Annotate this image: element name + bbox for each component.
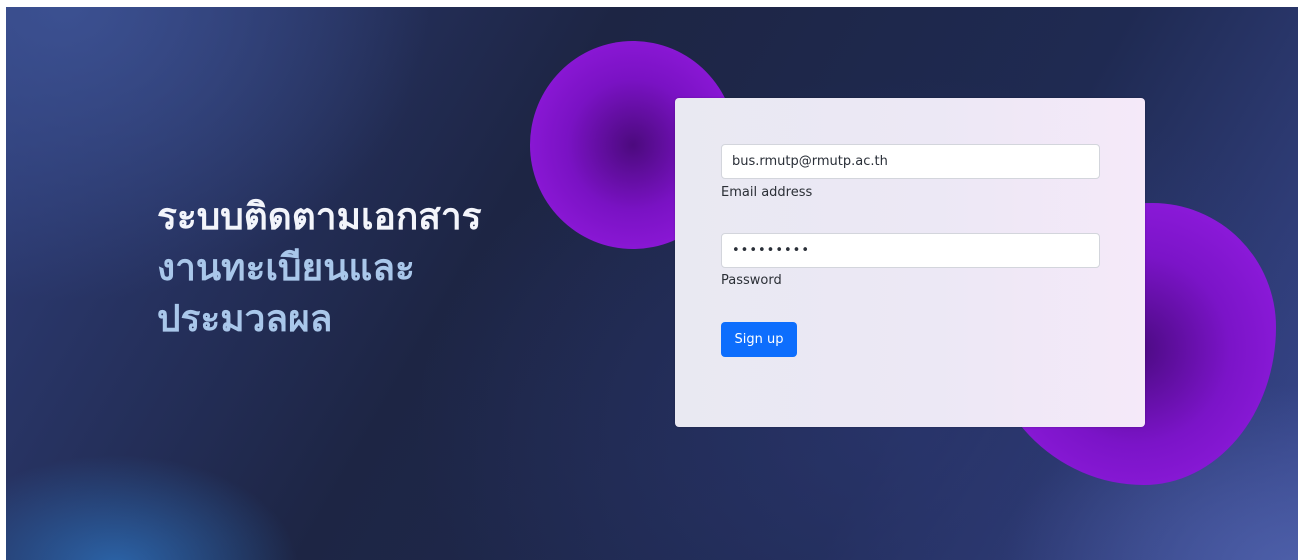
email-label: Email address [721,185,813,200]
page-title: ระบบติดตามเอกสาร งานทะเบียนและ ประมวลผล [157,191,481,344]
password-input[interactable] [721,233,1100,268]
password-label: Password [721,273,782,288]
sign-up-button[interactable]: Sign up [721,322,797,357]
title-line-1: ระบบติดตามเอกสาร [157,195,482,238]
email-input[interactable] [721,144,1100,179]
title-line-3: ประมวลผล [157,297,333,340]
login-page-background: ระบบติดตามเอกสาร งานทะเบียนและ ประมวลผล … [6,7,1298,560]
title-line-2: งานทะเบียนและ [157,246,415,289]
login-card: Email address Password Sign up [675,98,1145,427]
